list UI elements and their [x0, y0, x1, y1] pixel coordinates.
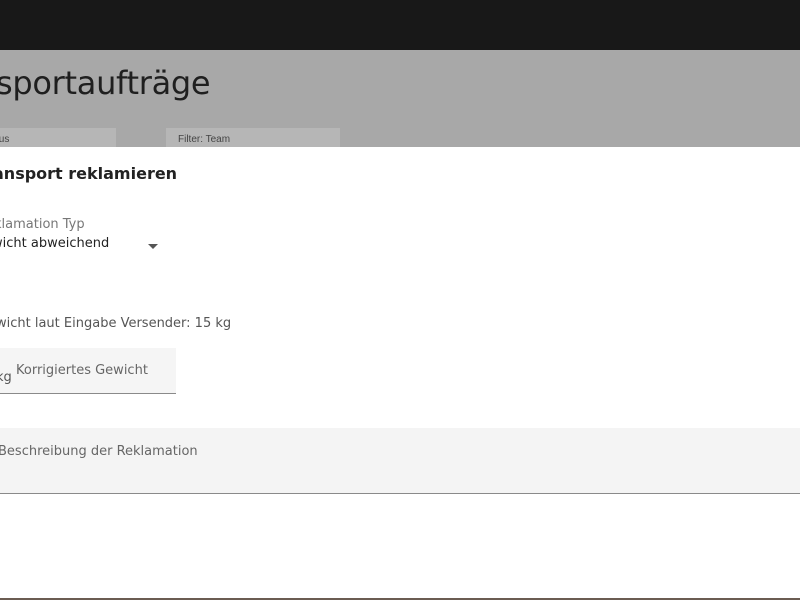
- app-top-bar: [0, 0, 800, 50]
- sender-weight-info: ewicht laut Eingabe Versender: 15 kg: [0, 316, 232, 331]
- complaint-type-value: ewicht abweichend: [0, 236, 110, 251]
- team-filter[interactable]: Filter: Team: [166, 128, 340, 147]
- page-title: sportaufträge: [0, 64, 211, 102]
- complaint-type-label: eklamation Typ: [0, 217, 85, 232]
- status-filter[interactable]: tus: [0, 128, 116, 147]
- team-filter-label: Filter: Team: [178, 134, 231, 145]
- complaint-dialog: ansport reklamieren eklamation Typ ewich…: [0, 147, 800, 598]
- complaint-description-field[interactable]: Beschreibung der Reklamation: [0, 428, 800, 494]
- dialog-title: ansport reklamieren: [0, 164, 178, 183]
- page-header: sportaufträge tus Filter: Team: [0, 50, 800, 147]
- dropdown-arrow-icon[interactable]: [148, 244, 158, 249]
- status-filter-label: tus: [0, 134, 10, 145]
- complaint-type-select[interactable]: ewicht abweichend: [0, 235, 160, 257]
- corrected-weight-label: Korrigiertes Gewicht: [16, 363, 148, 378]
- complaint-description-label: Beschreibung der Reklamation: [0, 444, 198, 459]
- weight-unit-suffix: kg: [0, 370, 12, 385]
- corrected-weight-field[interactable]: kg Korrigiertes Gewicht: [0, 348, 176, 394]
